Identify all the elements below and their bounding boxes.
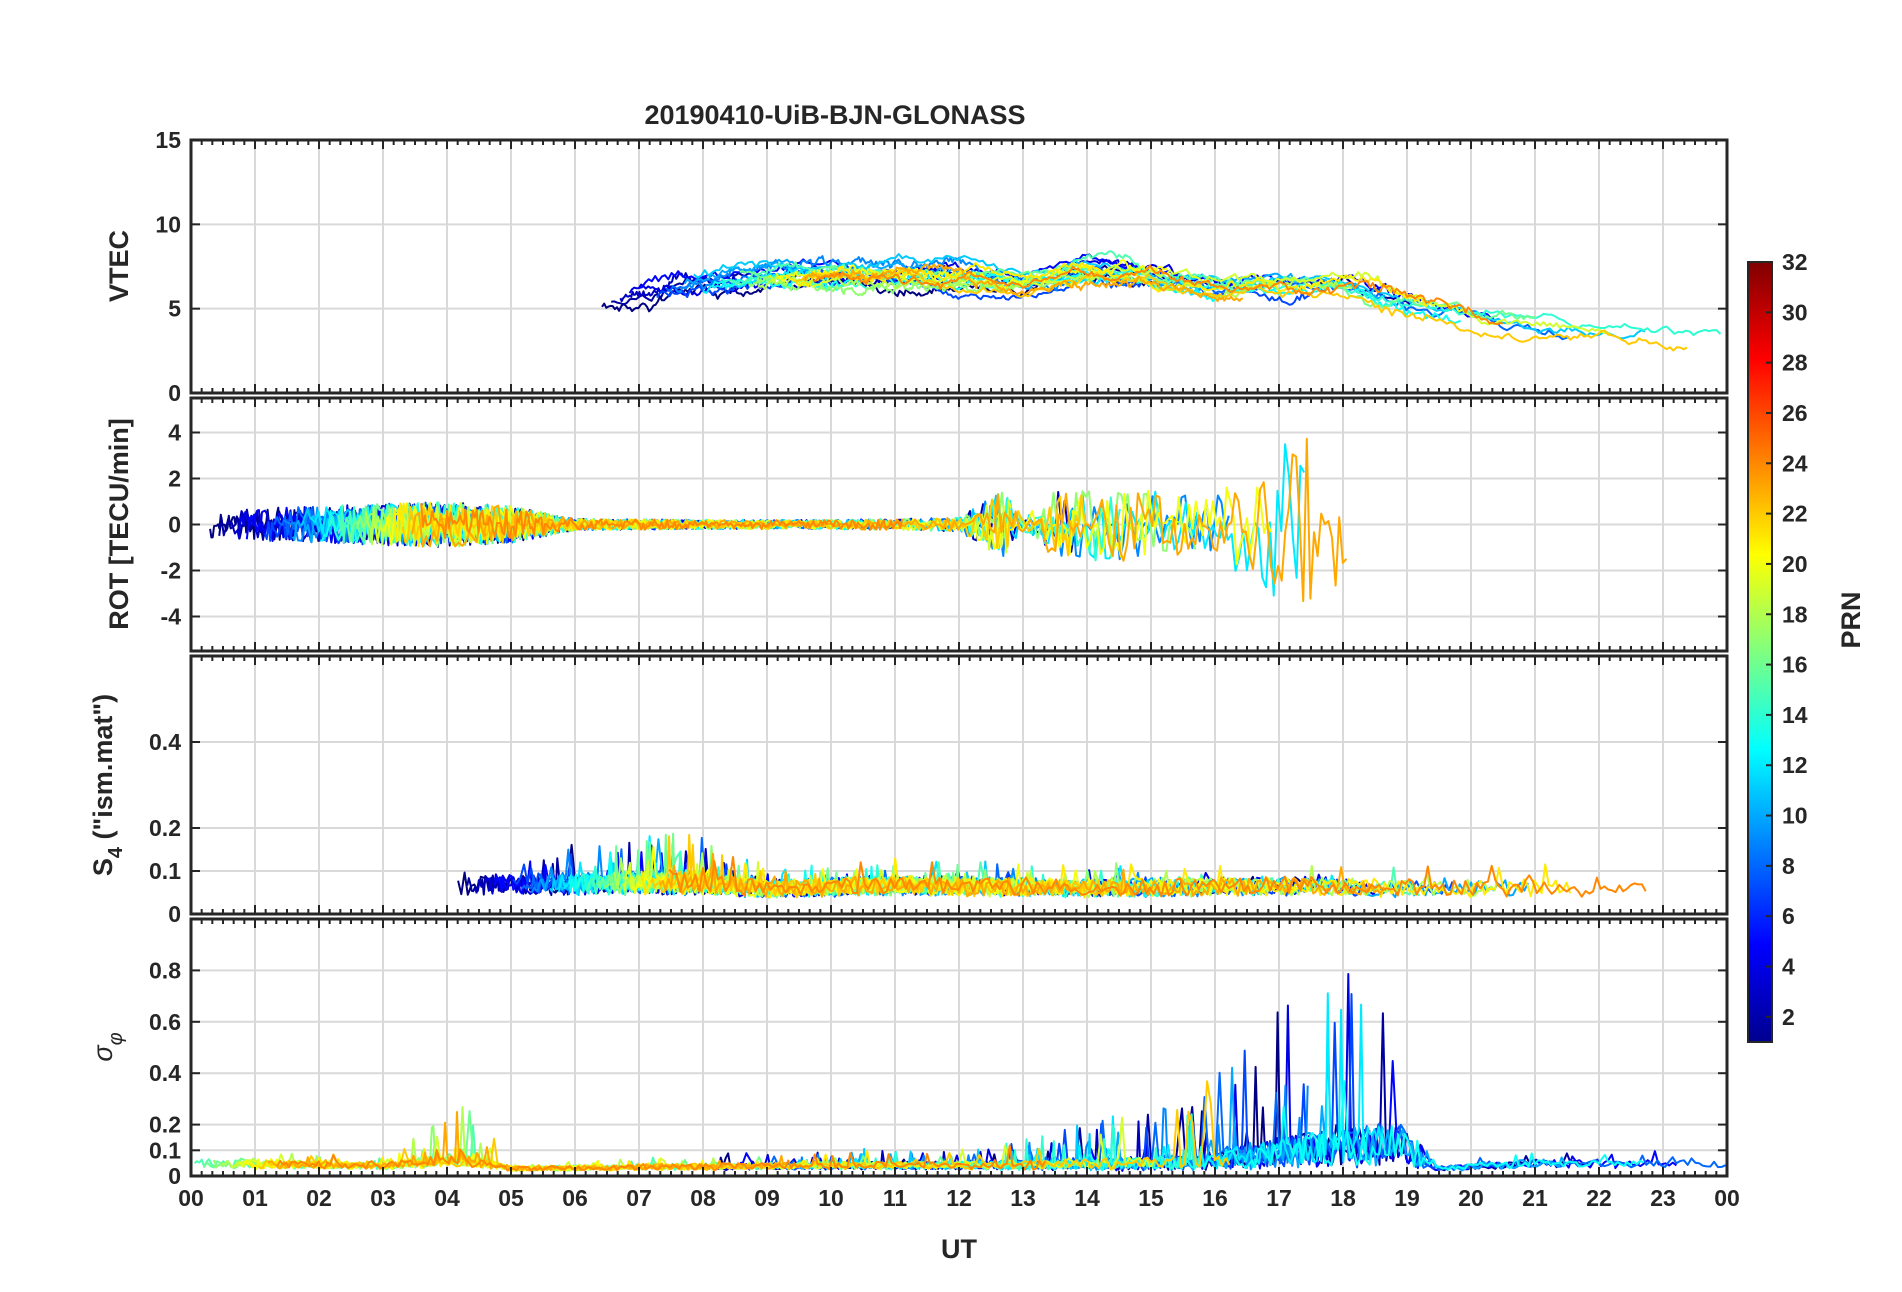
- x-tick-labels: 00 01 02 03 04 05 06 07 08 09 10 11 12 13 14 15 16 17 18 19…: [178, 1185, 1740, 1211]
- x-tick-label: 22: [1586, 1185, 1612, 1211]
- x-tick-label: 23: [1650, 1185, 1676, 1211]
- x-tick-label: 12: [946, 1185, 972, 1211]
- colorbar-tick-label: 30: [1782, 299, 1808, 325]
- colorbar-tick-label: 32: [1782, 249, 1808, 275]
- panel-rot: -4 -2 0 2 4 ROT [TECU/min]: [104, 396, 1729, 653]
- colorbar-tick-label: 18: [1782, 601, 1808, 627]
- y-axis-label: S4 ("ism.mat"): [88, 694, 127, 876]
- x-tick-label: 02: [306, 1185, 332, 1211]
- y-tick-label: 0.6: [149, 1009, 181, 1035]
- colorbar-tick-label: 24: [1782, 450, 1808, 476]
- colorbar-tick-label: 10: [1782, 803, 1808, 829]
- x-tick-label: 20: [1458, 1185, 1484, 1211]
- colorbar-label: PRN: [1836, 591, 1866, 648]
- colorbar-tick-label: 6: [1782, 903, 1795, 929]
- y-axis-label-rest: ("ism.mat"): [88, 694, 118, 847]
- colorbar-tick-label: 28: [1782, 350, 1808, 376]
- y-tick-label: 0.8: [149, 957, 181, 983]
- colorbar-tick-label: 14: [1782, 702, 1808, 728]
- x-tick-label: 08: [690, 1185, 716, 1211]
- colorbar-tick-label: 16: [1782, 652, 1808, 678]
- y-axis-label-sub: φ: [105, 1032, 127, 1045]
- panel-vtec: 0 5 10 15 VTEC: [104, 127, 1729, 406]
- y-tick-label: 4: [168, 420, 181, 446]
- y-tick-label: 5: [168, 296, 181, 322]
- x-tick-label: 17: [1266, 1185, 1292, 1211]
- colorbar-tick-label: 12: [1782, 752, 1808, 778]
- x-tick-label: 11: [883, 1185, 908, 1211]
- x-axis-label: UT: [941, 1234, 977, 1264]
- y-tick-label: 0: [168, 901, 181, 927]
- colorbar-tick-label: 22: [1782, 501, 1808, 527]
- colorbar-tick-label: 26: [1782, 400, 1808, 426]
- x-tick-label: 16: [1202, 1185, 1228, 1211]
- y-tick-label: 10: [155, 211, 181, 237]
- panel-sigma-phi: 00.10.20.40.60.8σφ: [88, 917, 1729, 1189]
- y-axis-label: ROT [TECU/min]: [104, 418, 134, 629]
- x-tick-label: 13: [1010, 1185, 1036, 1211]
- x-tick-label: 00: [178, 1185, 204, 1211]
- y-tick-label: 2: [168, 466, 181, 492]
- x-tick-label: 01: [242, 1185, 268, 1211]
- y-tick-label: 0.4: [149, 729, 181, 755]
- x-tick-label: 10: [818, 1185, 844, 1211]
- colorbar-tick-label: 8: [1782, 853, 1795, 879]
- y-tick-label: -4: [161, 604, 182, 630]
- y-tick-label: 0.4: [149, 1060, 181, 1086]
- y-tick-label: 0: [168, 380, 181, 406]
- y-tick-label: 0.1: [149, 858, 181, 884]
- x-tick-label: 07: [626, 1185, 652, 1211]
- x-tick-label: 19: [1394, 1185, 1420, 1211]
- x-tick-label: 05: [498, 1185, 524, 1211]
- panel-s4: 0 0.1 0.2 0.4 S4 ("ism.mat"): [88, 654, 1729, 927]
- y-axis-label-main: S: [88, 858, 118, 876]
- y-tick-label: 0.1: [149, 1137, 181, 1163]
- x-tick-label: 09: [754, 1185, 780, 1211]
- figure-title: 20190410-UiB-BJN-GLONASS: [644, 100, 1025, 130]
- figure: 20190410-UiB-BJN-GLONASS 051015VTEC -4-2…: [88, 100, 1866, 1264]
- colorbar-tick-label: 2: [1782, 1004, 1795, 1030]
- y-tick-label: -2: [161, 558, 181, 584]
- x-tick-label: 21: [1522, 1185, 1548, 1211]
- colorbar-tick-label: 20: [1782, 551, 1808, 577]
- y-tick-label: 0.2: [149, 815, 181, 841]
- x-tick-label: 03: [370, 1185, 396, 1211]
- y-tick-label: 15: [155, 127, 181, 153]
- y-tick-label: 0.2: [149, 1112, 181, 1138]
- y-tick-label: 0: [168, 512, 181, 538]
- y-axis-label: σφ: [88, 1032, 127, 1061]
- x-tick-label: 15: [1138, 1185, 1164, 1211]
- x-tick-label: 04: [434, 1185, 460, 1211]
- colorbar: 2468101214161820222426283032 PRN: [1747, 249, 1866, 1043]
- x-tick-label: 06: [562, 1185, 588, 1211]
- colorbar-tick-label: 4: [1782, 954, 1795, 980]
- x-tick-label: 18: [1330, 1185, 1356, 1211]
- x-tick-label: 00: [1714, 1185, 1740, 1211]
- colorbar-gradient: [1747, 261, 1773, 1043]
- y-axis-label-main: σ: [88, 1044, 118, 1062]
- y-axis-label: VTEC: [104, 230, 134, 302]
- x-tick-label: 14: [1074, 1185, 1100, 1211]
